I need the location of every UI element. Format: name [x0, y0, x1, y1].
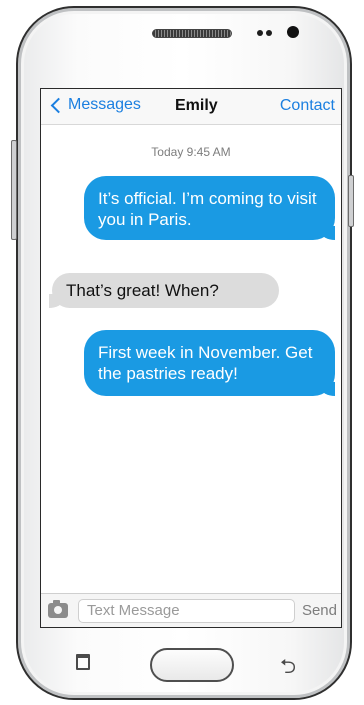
message-composer: Text Message Send [41, 593, 341, 627]
contact-button[interactable]: Contact [280, 97, 335, 115]
camera-icon[interactable] [48, 600, 68, 618]
conversation-title: Emily [175, 97, 218, 114]
recent-apps-icon[interactable] [76, 654, 90, 670]
earpiece-speaker [152, 29, 232, 38]
back-arrow-icon[interactable]: ⮌ [280, 652, 296, 686]
home-button[interactable] [150, 648, 234, 682]
text-message-input[interactable]: Text Message [78, 599, 295, 623]
front-camera [287, 26, 299, 38]
sensor-dot [257, 30, 263, 36]
sensor-dot [266, 30, 272, 36]
message-timestamp: Today 9:45 AM [151, 145, 231, 159]
chevron-left-icon [50, 97, 67, 113]
phone-screen: Messages Emily Contact Today 9:45 AM It’… [40, 88, 342, 628]
volume-button [11, 140, 17, 240]
back-to-messages-button[interactable]: Messages [49, 96, 141, 114]
outgoing-message: It’s official. I’m coming to visit you i… [84, 176, 335, 240]
back-label: Messages [68, 96, 141, 113]
navigation-bar: Messages Emily Contact [41, 89, 341, 125]
send-button[interactable]: Send [302, 602, 337, 619]
outgoing-message: First week in November. Get the pastries… [84, 330, 335, 396]
incoming-message: That’s great! When? [52, 273, 279, 308]
power-button [348, 175, 354, 227]
